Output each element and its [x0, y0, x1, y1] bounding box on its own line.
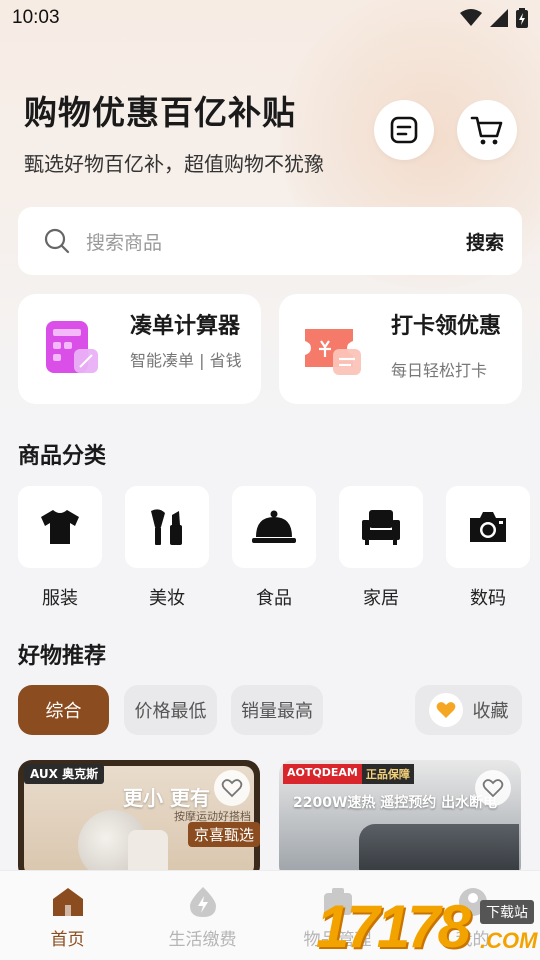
recommend-title: 好物推荐 — [18, 644, 107, 669]
category-label: 食品 — [256, 588, 292, 609]
nav-items-label: 物品管理 — [303, 930, 372, 950]
food-cloche-icon — [252, 510, 296, 543]
nav-bills-label: 生活缴费 — [168, 930, 237, 950]
calculator-card[interactable]: 凑单计算器 智能凑单 | 省钱 — [18, 294, 261, 404]
category-label: 美妆 — [149, 588, 185, 609]
nav-items[interactable]: 物品管理 — [270, 871, 405, 960]
armchair-icon — [362, 510, 400, 545]
calculator-desc: 智能凑单 | 省钱 — [130, 351, 242, 370]
nav-profile-label: 我的 — [455, 930, 490, 950]
product-headline: 2200W速热 遥控预约 出水断电 — [293, 795, 498, 811]
tshirt-icon — [41, 510, 79, 544]
search-input[interactable]: 搜索商品 — [86, 228, 162, 255]
category-home-box[interactable] — [339, 486, 423, 568]
status-icons — [460, 8, 528, 28]
favorite-button[interactable] — [475, 770, 511, 806]
filter-price-lowest[interactable]: 价格最低 — [124, 685, 217, 735]
product-badge: 正品保障 — [361, 764, 414, 784]
camera-icon — [470, 512, 506, 542]
filter-comprehensive[interactable]: 综合 — [18, 685, 109, 735]
calculator-title: 凑单计算器 — [130, 314, 241, 339]
heart-outline-icon — [221, 779, 243, 798]
filter-sales-highest[interactable]: 销量最高 — [231, 685, 323, 735]
product-card[interactable]: AUX 奥克斯 更小 更有 按摩运动好搭档 京喜甄选 — [18, 760, 260, 880]
product-brand-bar: AOTQDEAM 正品保障 — [283, 764, 414, 784]
favorite-badge — [428, 693, 463, 727]
user-icon — [456, 885, 490, 919]
makeup-icon — [151, 509, 182, 545]
category-label: 数码 — [470, 588, 506, 609]
favorite-button[interactable] — [214, 770, 250, 806]
signal-icon — [490, 9, 508, 27]
category-makeup-box[interactable] — [125, 486, 209, 568]
cart-icon — [470, 116, 503, 145]
status-bar: 10:03 — [0, 0, 540, 36]
box-icon — [321, 885, 355, 919]
category-food[interactable]: 食品 — [232, 486, 316, 610]
checkin-title: 打卡领优惠 — [391, 314, 502, 339]
bottom-nav: 首页 生活缴费 物品管理 我的 — [0, 870, 540, 960]
status-time: 10:03 — [12, 7, 60, 28]
nav-home[interactable]: 首页 — [0, 871, 135, 960]
nav-profile[interactable]: 我的 — [405, 871, 540, 960]
battery-icon — [516, 8, 528, 28]
category-label: 服装 — [42, 588, 78, 609]
search-bar[interactable]: 搜索商品 搜索 — [18, 207, 522, 275]
nav-bills[interactable]: 生活缴费 — [135, 871, 270, 960]
page-subtitle: 甄选好物百亿补，超值购物不犹豫 — [24, 152, 324, 176]
page-title: 购物优惠百亿补贴 — [24, 93, 296, 132]
checkin-desc: 每日轻松打卡 — [391, 361, 488, 380]
category-clothing[interactable]: 服装 — [18, 486, 102, 610]
category-digital[interactable]: 数码 — [446, 486, 530, 610]
favorites-button[interactable]: 收藏 — [415, 685, 522, 735]
orders-button[interactable] — [374, 100, 434, 160]
category-clothing-box[interactable] — [18, 486, 102, 568]
category-digital-box[interactable] — [446, 486, 530, 568]
home-icon — [51, 885, 85, 919]
list-icon — [390, 116, 418, 144]
wifi-icon — [460, 9, 482, 26]
product-brand: AUX 奥克斯 — [24, 764, 105, 784]
bolt-drop-icon — [186, 885, 220, 919]
product-brand: AOTQDEAM — [283, 764, 362, 784]
checkin-card[interactable]: 打卡领优惠 每日轻松打卡 — [279, 294, 522, 404]
ticket-icon — [305, 329, 361, 375]
category-home[interactable]: 家居 — [339, 486, 423, 610]
cart-button[interactable] — [457, 100, 517, 160]
calculator-icon — [46, 321, 98, 373]
category-food-box[interactable] — [232, 486, 316, 568]
category-label: 家居 — [363, 588, 399, 609]
heart-icon — [436, 702, 455, 718]
search-icon — [44, 228, 70, 254]
favorites-label: 收藏 — [472, 701, 509, 722]
categories-title: 商品分类 — [18, 444, 107, 469]
product-card[interactable]: AOTQDEAM 正品保障 2200W速热 遥控预约 出水断电 — [279, 760, 521, 880]
search-button[interactable]: 搜索 — [466, 228, 504, 255]
nav-home-label: 首页 — [50, 930, 85, 950]
heart-outline-icon — [482, 779, 504, 798]
product-tag: 京喜甄选 — [188, 822, 260, 847]
category-makeup[interactable]: 美妆 — [125, 486, 209, 610]
product-headline: 更小 更有 — [123, 786, 210, 810]
